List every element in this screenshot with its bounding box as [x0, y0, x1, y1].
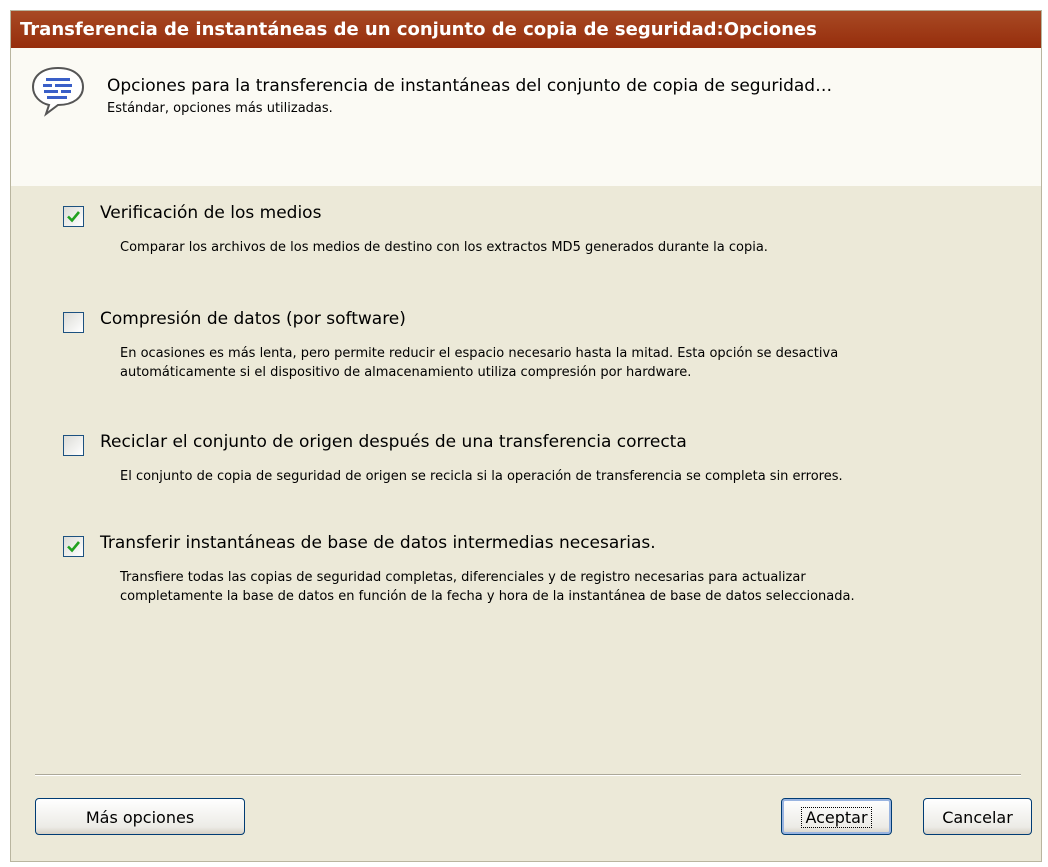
transfer-intermediate-label[interactable]: Transferir instantáneas de base de datos…	[100, 533, 656, 553]
media-verification-checkbox[interactable]	[63, 206, 84, 227]
checkmark-icon	[67, 211, 81, 223]
dialog-window: Transferencia de instantáneas de un conj…	[10, 10, 1042, 862]
accept-label: Aceptar	[801, 807, 872, 828]
checkmark-icon	[67, 541, 81, 553]
speech-bubble-icon	[31, 66, 85, 117]
data-compression-checkbox[interactable]	[63, 312, 84, 333]
recycle-source-set-checkbox[interactable]	[63, 435, 84, 456]
media-verification-label[interactable]: Verificación de los medios	[100, 203, 321, 223]
dialog-header: Opciones para la transferencia de instan…	[11, 48, 1041, 186]
cancel-button[interactable]: Cancelar	[923, 798, 1032, 835]
media-verification-description: Comparar los archivos de los medios de d…	[120, 240, 768, 255]
transfer-intermediate-description: Transfiere todas las copias de seguridad…	[120, 570, 855, 604]
recycle-source-set-description: El conjunto de copia de seguridad de ori…	[120, 469, 843, 484]
more-options-button[interactable]: Más opciones	[35, 798, 245, 835]
title-bar: Transferencia de instantáneas de un conj…	[11, 11, 1041, 48]
more-options-label: Más opciones	[85, 808, 195, 827]
data-compression-description: En ocasiones es más lenta, pero permite …	[120, 346, 839, 380]
accept-button[interactable]: Aceptar	[781, 798, 892, 835]
header-title: Opciones para la transferencia de instan…	[107, 76, 833, 96]
data-compression-label[interactable]: Compresión de datos (por software)	[100, 309, 406, 329]
window-title: Transferencia de instantáneas de un conj…	[20, 19, 817, 40]
button-separator	[35, 774, 1021, 776]
transfer-intermediate-checkbox[interactable]	[63, 536, 84, 557]
cancel-label: Cancelar	[942, 808, 1013, 827]
recycle-source-set-label[interactable]: Reciclar el conjunto de origen después d…	[100, 432, 687, 452]
header-subtitle: Estándar, opciones más utilizadas.	[107, 101, 333, 116]
